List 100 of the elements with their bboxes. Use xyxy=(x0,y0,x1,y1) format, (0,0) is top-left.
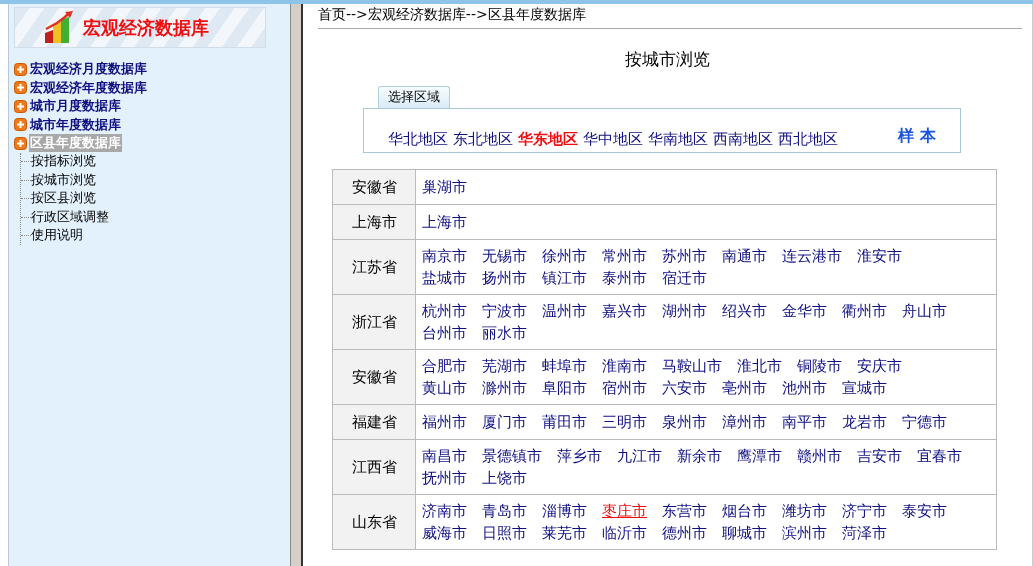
region-link[interactable]: 华南地区 xyxy=(648,130,708,149)
city-link[interactable]: 南通市 xyxy=(722,245,767,267)
city-link[interactable]: 芜湖市 xyxy=(482,355,527,377)
city-link[interactable]: 宁德市 xyxy=(902,411,947,433)
city-link[interactable]: 安庆市 xyxy=(857,355,902,377)
city-link[interactable]: 亳州市 xyxy=(722,377,767,399)
city-link[interactable]: 扬州市 xyxy=(482,267,527,289)
city-link[interactable]: 宁波市 xyxy=(482,300,527,322)
region-link[interactable]: 西南地区 xyxy=(713,130,773,149)
tree-subitem[interactable]: 行政区域调整 xyxy=(31,208,109,226)
city-link[interactable]: 日照市 xyxy=(482,522,527,544)
city-link[interactable]: 东营市 xyxy=(662,500,707,522)
tree-item[interactable]: 城市月度数据库 xyxy=(29,97,122,116)
expand-plus-icon[interactable] xyxy=(14,99,27,113)
city-link[interactable]: 淄博市 xyxy=(542,500,587,522)
city-link[interactable]: 潍坊市 xyxy=(782,500,827,522)
city-link[interactable]: 菏泽市 xyxy=(842,522,887,544)
expand-plus-icon[interactable] xyxy=(14,136,27,150)
city-link[interactable]: 抚州市 xyxy=(422,467,467,489)
city-link[interactable]: 镇江市 xyxy=(542,267,587,289)
region-tab[interactable]: 选择区域 xyxy=(378,86,450,108)
city-link[interactable]: 聊城市 xyxy=(722,522,767,544)
city-link[interactable]: 嘉兴市 xyxy=(602,300,647,322)
city-link[interactable]: 厦门市 xyxy=(482,411,527,433)
city-link[interactable]: 上饶市 xyxy=(482,467,527,489)
tree-item[interactable]: 宏观经济月度数据库 xyxy=(29,60,148,79)
sample-link[interactable]: 样 本 xyxy=(898,126,936,147)
city-link[interactable]: 宣城市 xyxy=(842,377,887,399)
city-link[interactable]: 德州市 xyxy=(662,522,707,544)
city-link[interactable]: 杭州市 xyxy=(422,300,467,322)
city-link[interactable]: 济南市 xyxy=(422,500,467,522)
tree-subitem[interactable]: 按城市浏览 xyxy=(31,171,96,189)
city-link[interactable]: 吉安市 xyxy=(857,445,902,467)
city-link[interactable]: 常州市 xyxy=(602,245,647,267)
city-link[interactable]: 马鞍山市 xyxy=(662,355,722,377)
city-link[interactable]: 湖州市 xyxy=(662,300,707,322)
city-link[interactable]: 九江市 xyxy=(617,445,662,467)
city-link[interactable]: 温州市 xyxy=(542,300,587,322)
city-link[interactable]: 鹰潭市 xyxy=(737,445,782,467)
frame-splitter[interactable] xyxy=(290,4,303,566)
city-link[interactable]: 苏州市 xyxy=(662,245,707,267)
city-link[interactable]: 台州市 xyxy=(422,322,467,344)
city-link[interactable]: 赣州市 xyxy=(797,445,842,467)
city-link[interactable]: 衢州市 xyxy=(842,300,887,322)
city-link[interactable]: 徐州市 xyxy=(542,245,587,267)
city-link[interactable]: 盐城市 xyxy=(422,267,467,289)
city-link[interactable]: 三明市 xyxy=(602,411,647,433)
city-link[interactable]: 青岛市 xyxy=(482,500,527,522)
city-link[interactable]: 金华市 xyxy=(782,300,827,322)
city-link[interactable]: 池州市 xyxy=(782,377,827,399)
city-link[interactable]: 泰州市 xyxy=(602,267,647,289)
city-link[interactable]: 泉州市 xyxy=(662,411,707,433)
city-link[interactable]: 宜春市 xyxy=(917,445,962,467)
city-link[interactable]: 铜陵市 xyxy=(797,355,842,377)
region-link[interactable]: 东北地区 xyxy=(453,130,513,149)
city-link[interactable]: 淮北市 xyxy=(737,355,782,377)
city-link[interactable]: 舟山市 xyxy=(902,300,947,322)
city-link[interactable]: 滁州市 xyxy=(482,377,527,399)
city-link[interactable]: 巢湖市 xyxy=(422,176,467,198)
city-link[interactable]: 宿迁市 xyxy=(662,267,707,289)
city-link[interactable]: 威海市 xyxy=(422,522,467,544)
city-link[interactable]: 绍兴市 xyxy=(722,300,767,322)
city-link[interactable]: 黄山市 xyxy=(422,377,467,399)
city-link[interactable]: 福州市 xyxy=(422,411,467,433)
tree-item[interactable]: 城市年度数据库 xyxy=(29,115,122,134)
city-link[interactable]: 莱芜市 xyxy=(542,522,587,544)
city-link[interactable]: 烟台市 xyxy=(722,500,767,522)
city-link[interactable]: 济宁市 xyxy=(842,500,887,522)
city-link[interactable]: 临沂市 xyxy=(602,522,647,544)
tree-subitem[interactable]: 按指标浏览 xyxy=(31,153,96,171)
city-link[interactable]: 无锡市 xyxy=(482,245,527,267)
city-link[interactable]: 淮安市 xyxy=(857,245,902,267)
tree-item[interactable]: 宏观经济年度数据库 xyxy=(29,78,148,97)
city-link[interactable]: 淮南市 xyxy=(602,355,647,377)
city-link[interactable]: 宿州市 xyxy=(602,377,647,399)
city-link[interactable]: 滨州市 xyxy=(782,522,827,544)
city-link[interactable]: 泰安市 xyxy=(902,500,947,522)
city-link[interactable]: 阜阳市 xyxy=(542,377,587,399)
city-link[interactable]: 蚌埠市 xyxy=(542,355,587,377)
city-link[interactable]: 新余市 xyxy=(677,445,722,467)
city-link[interactable]: 枣庄市 xyxy=(602,500,647,522)
city-link[interactable]: 合肥市 xyxy=(422,355,467,377)
city-link[interactable]: 萍乡市 xyxy=(557,445,602,467)
region-link[interactable]: 华中地区 xyxy=(583,130,643,149)
expand-plus-icon[interactable] xyxy=(14,62,27,76)
expand-plus-icon[interactable] xyxy=(14,118,27,132)
city-link[interactable]: 莆田市 xyxy=(542,411,587,433)
tree-subitem[interactable]: 按区县浏览 xyxy=(31,190,96,208)
tree-subitem[interactable]: 使用说明 xyxy=(31,227,83,245)
city-link[interactable]: 南平市 xyxy=(782,411,827,433)
expand-plus-icon[interactable] xyxy=(14,81,27,95)
city-link[interactable]: 连云港市 xyxy=(782,245,842,267)
region-link[interactable]: 西北地区 xyxy=(778,130,838,149)
city-link[interactable]: 南京市 xyxy=(422,245,467,267)
city-link[interactable]: 南昌市 xyxy=(422,445,467,467)
city-link[interactable]: 漳州市 xyxy=(722,411,767,433)
city-link[interactable]: 六安市 xyxy=(662,377,707,399)
city-link[interactable]: 龙岩市 xyxy=(842,411,887,433)
region-link[interactable]: 华东地区 xyxy=(518,130,578,149)
city-link[interactable]: 景德镇市 xyxy=(482,445,542,467)
